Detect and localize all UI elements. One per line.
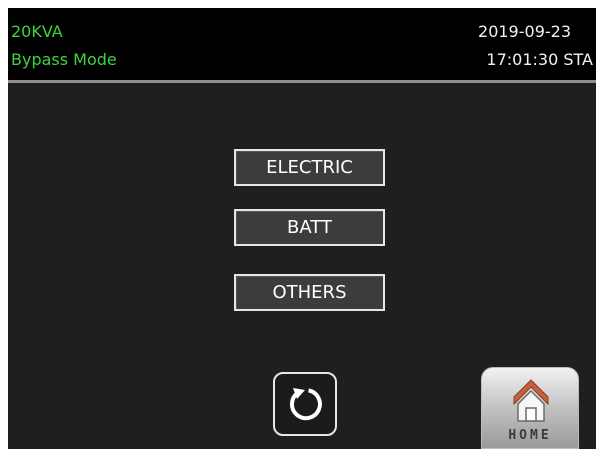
status-header: 20KVA Bypass Mode 2019-09-23 17:01:30 ST… xyxy=(8,8,596,83)
ups-model-label: 20KVA xyxy=(11,22,63,41)
refresh-icon xyxy=(289,388,322,421)
house-icon xyxy=(513,379,549,422)
date-display: 2019-09-23 xyxy=(478,22,571,41)
others-button[interactable]: OTHERS xyxy=(234,274,385,311)
time-display: 17:01:30 STA xyxy=(486,50,593,69)
electric-button[interactable]: ELECTRIC xyxy=(234,149,385,186)
batt-button[interactable]: BATT xyxy=(234,209,385,246)
home-button[interactable]: HOME xyxy=(481,367,579,449)
operating-mode-label: Bypass Mode xyxy=(11,50,117,69)
home-label: HOME xyxy=(508,428,552,443)
ups-touch-screen: 20KVA Bypass Mode 2019-09-23 17:01:30 ST… xyxy=(8,8,596,449)
refresh-button[interactable] xyxy=(273,372,337,436)
